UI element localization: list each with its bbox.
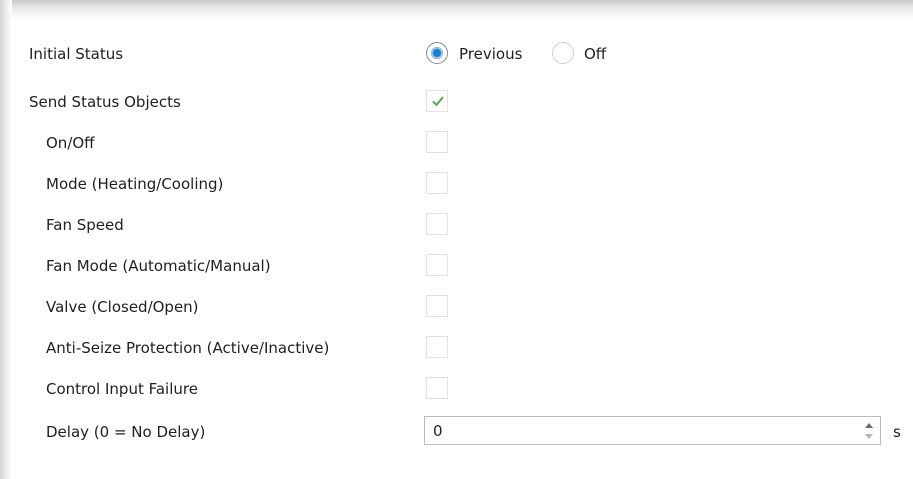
delay-row: Delay (0 = No Delay) 0 s xyxy=(0,414,913,446)
control-input-failure-checkbox[interactable] xyxy=(426,377,448,399)
parameter-panel: Initial Status Previous Off Send Status … xyxy=(0,0,913,479)
anti-seize-label: Anti-Seize Protection (Active/Inactive) xyxy=(46,339,330,357)
spin-arrows-icon[interactable] xyxy=(864,420,874,442)
mode-label: Mode (Heating/Cooling) xyxy=(46,175,224,193)
fan-mode-label: Fan Mode (Automatic/Manual) xyxy=(46,257,271,275)
valve-row: Valve (Closed/Open) xyxy=(0,291,913,323)
anti-seize-checkbox[interactable] xyxy=(426,336,448,358)
on-off-label: On/Off xyxy=(46,134,95,152)
control-input-failure-row: Control Input Failure xyxy=(0,373,913,405)
fan-speed-checkbox[interactable] xyxy=(426,213,448,235)
radio-previous-label[interactable]: Previous xyxy=(459,45,522,63)
fan-speed-label: Fan Speed xyxy=(46,216,124,234)
delay-unit: s xyxy=(893,423,901,441)
radio-previous[interactable] xyxy=(426,42,448,64)
on-off-checkbox[interactable] xyxy=(426,131,448,153)
checkmark-icon xyxy=(432,96,444,107)
valve-label: Valve (Closed/Open) xyxy=(46,298,199,316)
send-status-objects-label: Send Status Objects xyxy=(29,93,181,111)
window-top-edge xyxy=(0,0,913,20)
fan-mode-checkbox[interactable] xyxy=(426,254,448,276)
mode-checkbox[interactable] xyxy=(426,172,448,194)
fan-speed-row: Fan Speed xyxy=(0,209,913,241)
delay-label: Delay (0 = No Delay) xyxy=(46,423,206,441)
control-input-failure-label: Control Input Failure xyxy=(46,380,198,398)
delay-spinbox[interactable]: 0 xyxy=(424,416,881,445)
initial-status-label: Initial Status xyxy=(29,45,124,63)
anti-seize-row: Anti-Seize Protection (Active/Inactive) xyxy=(0,332,913,364)
initial-status-row: Initial Status Previous Off xyxy=(0,38,913,70)
fan-mode-row: Fan Mode (Automatic/Manual) xyxy=(0,250,913,282)
delay-value[interactable]: 0 xyxy=(433,422,443,440)
valve-checkbox[interactable] xyxy=(426,295,448,317)
radio-selected-dot xyxy=(431,47,443,59)
mode-row: Mode (Heating/Cooling) xyxy=(0,168,913,200)
send-status-objects-checkbox[interactable] xyxy=(426,90,448,112)
on-off-row: On/Off xyxy=(0,127,913,159)
send-status-objects-row: Send Status Objects xyxy=(0,86,913,118)
radio-off[interactable] xyxy=(552,42,574,64)
radio-off-label[interactable]: Off xyxy=(584,45,606,63)
